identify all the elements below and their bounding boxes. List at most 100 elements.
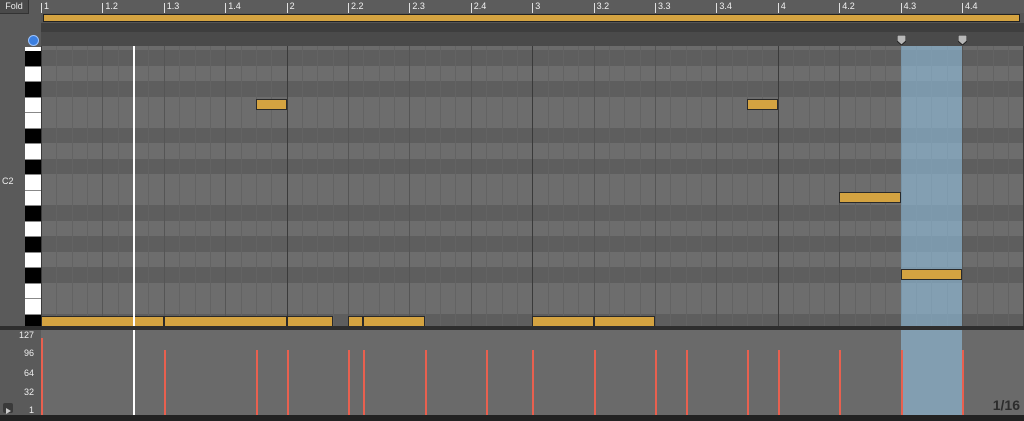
velocity-bar[interactable]: [163, 350, 166, 415]
loop-start-locator-icon[interactable]: [896, 32, 907, 46]
grid-line: [470, 46, 472, 326]
ruler-tick: [225, 3, 227, 13]
grid-line: [271, 46, 273, 326]
white-key[interactable]: [25, 283, 41, 299]
beat-time-ruler[interactable]: 1 1.2 1.3 1.4 2 2.2 2.3 2.4 3 3.2 3.3 3.4 4 4.2 4.3 4.4: [41, 0, 1024, 14]
velocity-bar[interactable]: [655, 350, 657, 415]
grid-line: [670, 46, 672, 326]
grid-line: [225, 46, 227, 326]
black-key[interactable]: [25, 268, 41, 284]
midi-note[interactable]: [900, 269, 962, 280]
midi-note[interactable]: [593, 315, 655, 326]
grid-line: [317, 46, 319, 326]
ruler-tick: [409, 3, 411, 13]
grid-line: [608, 46, 610, 326]
velocity-bar[interactable]: [486, 350, 489, 415]
white-key[interactable]: [25, 252, 41, 268]
white-key[interactable]: [25, 175, 41, 191]
grid-line: [163, 46, 165, 326]
midi-note[interactable]: [363, 315, 425, 326]
velocity-bar[interactable]: [532, 350, 535, 415]
ruler-label: 3.4: [719, 1, 732, 11]
expand-toggle-icon[interactable]: [3, 403, 13, 414]
black-key[interactable]: [25, 237, 41, 253]
black-key[interactable]: [25, 51, 41, 67]
velocity-selection: [900, 330, 962, 415]
grid-line: [102, 46, 104, 326]
midi-note[interactable]: [839, 191, 901, 203]
ruler-tick: [716, 3, 718, 13]
grid-line: [547, 46, 549, 326]
grid-line: [117, 46, 119, 326]
ruler-label: 4.3: [903, 1, 917, 11]
velocity-bar[interactable]: [777, 350, 780, 415]
velocity-bar[interactable]: [900, 350, 903, 415]
white-key[interactable]: [25, 144, 41, 160]
grid-size-readout[interactable]: 1/16: [993, 397, 1020, 413]
velocity-bar[interactable]: [424, 350, 427, 415]
velocity-bar[interactable]: [962, 350, 964, 415]
white-key[interactable]: [25, 97, 41, 113]
midi-note[interactable]: [348, 315, 364, 326]
ruler-tick: [655, 3, 656, 13]
ruler-label: 2.4: [473, 1, 487, 11]
black-key[interactable]: [25, 159, 41, 175]
velocity-bar[interactable]: [839, 350, 842, 415]
midi-note[interactable]: [532, 315, 594, 326]
piano-keyboard[interactable]: [25, 47, 41, 330]
black-key[interactable]: [25, 206, 41, 222]
white-key[interactable]: [25, 66, 41, 82]
loop-end-locator-icon[interactable]: [957, 32, 968, 46]
black-key[interactable]: [25, 82, 41, 98]
grid-line: [639, 46, 641, 326]
grid-line: [424, 46, 426, 326]
white-key[interactable]: [25, 299, 41, 315]
midi-note[interactable]: [286, 315, 333, 326]
ruler-label: 3.2: [596, 1, 610, 11]
ruler-tick: [163, 3, 165, 13]
grid-line: [854, 46, 856, 326]
grid-line: [747, 46, 749, 326]
velocity-editor[interactable]: [41, 330, 1024, 415]
black-key[interactable]: [25, 128, 41, 144]
ruler-label: 1: [44, 1, 50, 11]
grid-line: [409, 46, 411, 326]
note-editor-grid[interactable]: [41, 46, 1024, 326]
velocity-bar[interactable]: [593, 350, 596, 415]
velocity-bar[interactable]: [363, 350, 366, 415]
grid-line: [332, 46, 334, 326]
fold-button[interactable]: Fold: [0, 0, 29, 14]
locator-row[interactable]: [41, 32, 1024, 46]
scale-highlight-icon[interactable]: [28, 35, 39, 46]
midi-note[interactable]: [163, 315, 287, 326]
velocity-bar[interactable]: [41, 338, 43, 415]
velocity-bar[interactable]: [747, 350, 750, 415]
ruler-tick: [532, 3, 534, 13]
white-key[interactable]: [25, 221, 41, 237]
velocity-bar[interactable]: [348, 350, 350, 415]
grid-line: [808, 46, 810, 326]
velocity-playhead: [133, 330, 136, 415]
ruler-label: 1.3: [166, 1, 180, 11]
white-key[interactable]: [25, 190, 41, 206]
velocity-scale-label: 127: [18, 330, 34, 340]
white-key[interactable]: [25, 113, 41, 129]
velocity-bar[interactable]: [255, 350, 258, 415]
velocity-bar[interactable]: [685, 350, 688, 415]
grid-line: [762, 46, 764, 326]
ruler-label: 1.2: [105, 1, 118, 11]
velocity-bar[interactable]: [286, 350, 289, 415]
grid-line: [363, 46, 365, 326]
grid-line: [179, 46, 181, 326]
grid-line: [977, 46, 979, 326]
midi-note[interactable]: [255, 98, 287, 110]
marker-row[interactable]: [41, 23, 1024, 32]
ruler-label: 3.3: [658, 1, 671, 11]
midi-note[interactable]: [41, 315, 164, 326]
midi-note[interactable]: [747, 98, 778, 110]
grid-line: [869, 46, 871, 326]
loop-brace[interactable]: [43, 14, 1020, 22]
playhead: [133, 46, 136, 326]
grid-line: [716, 46, 718, 326]
time-selection[interactable]: [900, 46, 962, 326]
